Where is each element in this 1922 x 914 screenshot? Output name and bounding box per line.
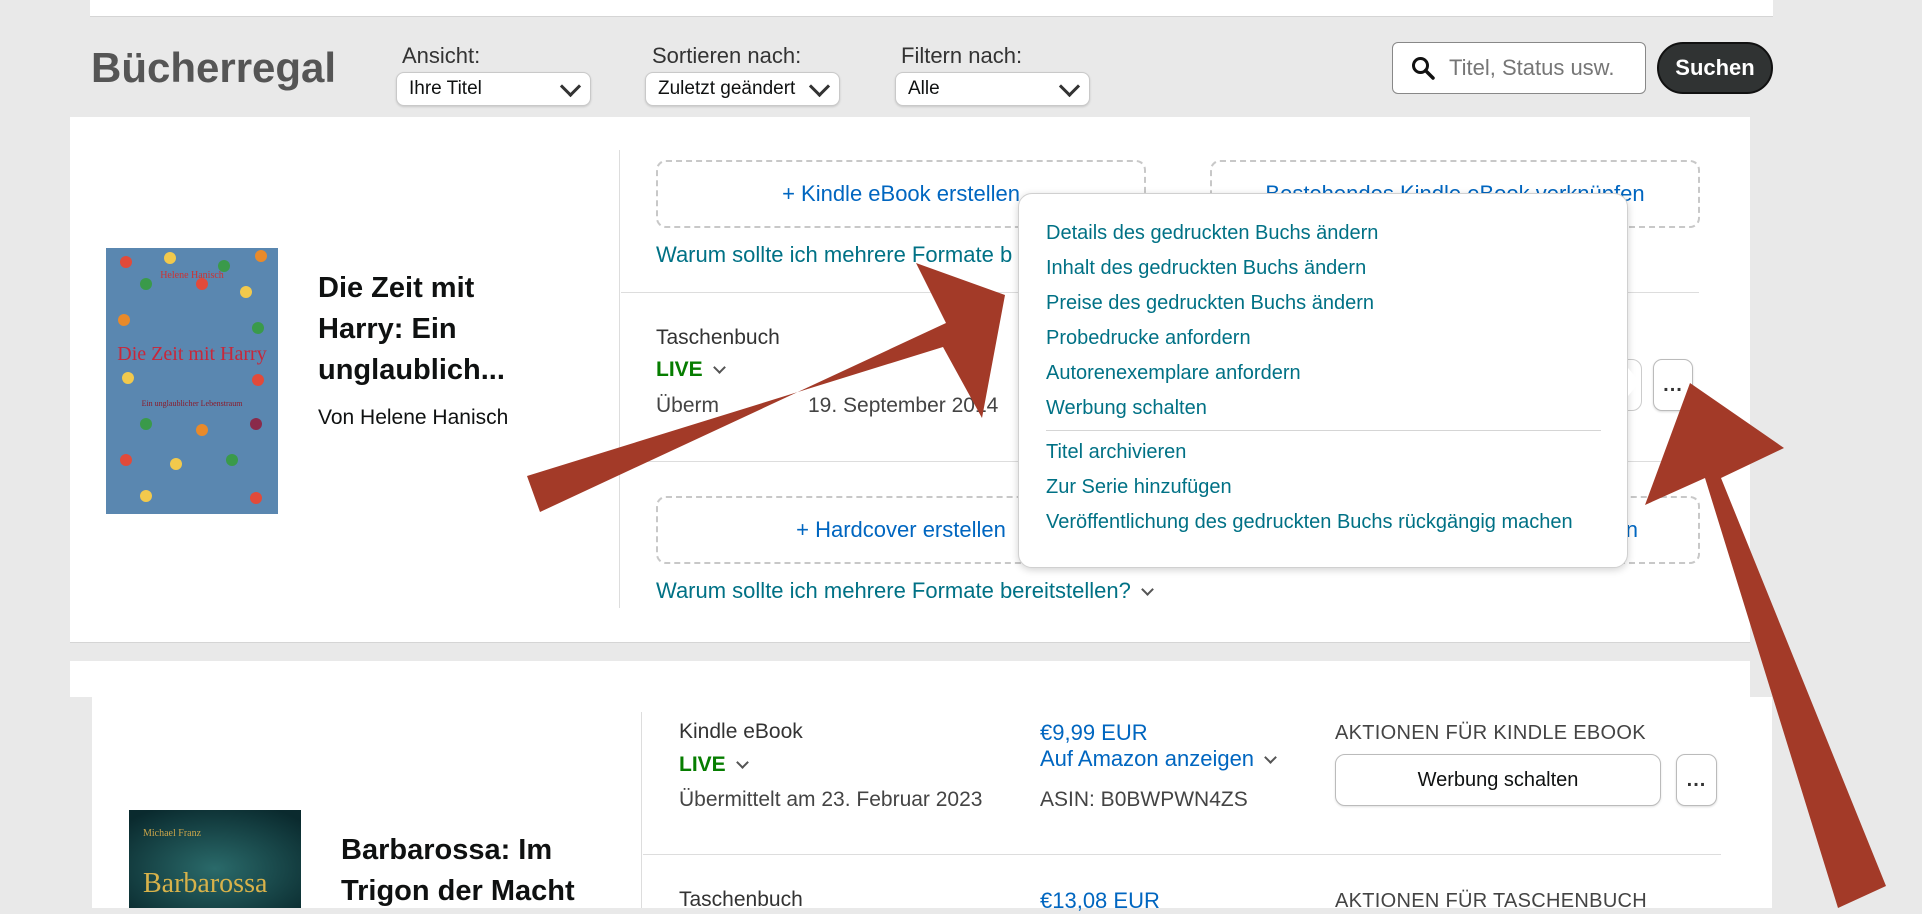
book-title-line: Barbarossa: Im [341, 834, 553, 866]
filter-select-value: Alle [908, 78, 940, 99]
book-title-line: Die Zeit mit [318, 272, 475, 304]
chevron-down-icon [808, 75, 831, 97]
why-formats-link[interactable]: Warum sollte ich mehrere Formate b [656, 242, 1012, 268]
status-badge[interactable]: LIVE [679, 753, 749, 777]
book-card-top [70, 661, 1750, 697]
menu-item-edit-details[interactable]: Details des gedruckten Buchs ändern [1046, 222, 1378, 245]
view-select[interactable]: Ihre Titel [396, 72, 591, 106]
book-author: Von Helene Hanisch [318, 406, 509, 429]
page-title: Bücherregal [91, 44, 337, 91]
filter-label: Filtern nach: [901, 43, 1023, 68]
submitted-date: Übermittelt am 23. Februar 2023 [679, 788, 983, 811]
search-button[interactable]: Suchen [1657, 42, 1773, 94]
view-on-amazon-text: Auf Amazon anzeigen [1040, 746, 1255, 771]
menu-pointer [1628, 368, 1640, 396]
asin: ASIN: B0BWPWN4ZS [1040, 788, 1248, 811]
view-select-value: Ihre Titel [409, 78, 482, 99]
cover-author: Helene Hanisch [160, 270, 224, 281]
book-title[interactable]: Die Zeit mit Harry: Ein unglaublich... [318, 268, 505, 391]
cover-author: Michael Franz [143, 828, 202, 839]
menu-item-advertise[interactable]: Werbung schalten [1046, 397, 1207, 420]
why-formats-link[interactable]: Warum sollte ich mehrere Formate bereits… [656, 578, 1154, 604]
cover-title: Die Zeit mit Harry [117, 343, 266, 365]
divider [643, 854, 1721, 855]
status-text: LIVE [679, 753, 726, 776]
top-strip [90, 0, 1773, 17]
price: €13,08 EUR [1040, 888, 1160, 913]
cover-title: Barbarossa [143, 868, 268, 899]
status-text: LIVE [656, 358, 703, 381]
format-label: Taschenbuch [679, 888, 803, 911]
chevron-down-icon [1264, 751, 1277, 764]
chevron-down-icon [735, 756, 749, 769]
menu-item-add-to-series[interactable]: Zur Serie hinzufügen [1046, 476, 1232, 499]
book-title-line: Trigon der Macht [341, 875, 575, 907]
menu-item-edit-pricing[interactable]: Preise des gedruckten Buchs ändern [1046, 292, 1374, 315]
menu-item-unpublish[interactable]: Veröffentlichung des gedruckten Buchs rü… [1046, 511, 1573, 534]
search-input[interactable] [1447, 54, 1641, 82]
format-label: Taschenbuch [656, 326, 780, 349]
menu-item-order-proofs[interactable]: Probedrucke anfordern [1046, 327, 1251, 350]
chevron-down-icon [712, 361, 726, 374]
view-label: Ansicht: [402, 43, 481, 68]
chevron-down-icon [1058, 75, 1081, 97]
sort-label: Sortieren nach: [652, 43, 802, 68]
book-title[interactable]: Barbarossa: Im Trigon der Macht [341, 830, 575, 912]
chevron-down-icon [559, 75, 582, 97]
actions-header: AKTIONEN FÜR TASCHENBUCH [1335, 890, 1648, 912]
format-label: Kindle eBook [679, 720, 803, 743]
menu-divider [1046, 430, 1601, 431]
book-cover[interactable]: Michael Franz Barbarossa [129, 810, 301, 908]
book-title-line: Harry: Ein [318, 313, 457, 345]
sort-select-value: Zuletzt geändert [658, 78, 796, 99]
search-box[interactable] [1392, 42, 1646, 94]
filter-select[interactable]: Alle [895, 72, 1090, 106]
menu-item-order-author-copies[interactable]: Autorenexemplare anfordern [1046, 362, 1301, 385]
divider [619, 150, 620, 608]
sort-select[interactable]: Zuletzt geändert [645, 72, 840, 106]
book-cover[interactable]: Helene Hanisch Die Zeit mit Harry Ein un… [106, 248, 278, 514]
chevron-down-icon [1140, 583, 1154, 596]
submitted-date-right: 19. September 2014 [808, 394, 999, 417]
menu-item-edit-content[interactable]: Inhalt des gedruckten Buchs ändern [1046, 257, 1366, 280]
why-formats-link-text: Warum sollte ich mehrere Formate bereits… [656, 578, 1131, 603]
advertise-button[interactable]: Werbung schalten [1335, 754, 1661, 806]
actions-menu: Details des gedruckten Buchs ändern Inha… [1018, 193, 1628, 568]
menu-item-archive[interactable]: Titel archivieren [1046, 441, 1186, 464]
book-title-line: unglaublich... [318, 354, 505, 386]
view-on-amazon-link[interactable]: Auf Amazon anzeigen [1040, 746, 1277, 772]
status-badge[interactable]: LIVE [656, 358, 726, 382]
more-actions-button[interactable]: ... [1676, 754, 1717, 806]
search-icon [1412, 57, 1435, 80]
more-actions-button[interactable]: ... [1653, 359, 1693, 411]
submitted-date-left: Überm [656, 394, 720, 417]
actions-header: AKTIONEN FÜR KINDLE EBOOK [1335, 722, 1646, 744]
divider [641, 712, 642, 908]
price: €9,99 EUR [1040, 720, 1148, 745]
cover-subtitle: Ein unglaublicher Lebenstraum [142, 399, 244, 408]
